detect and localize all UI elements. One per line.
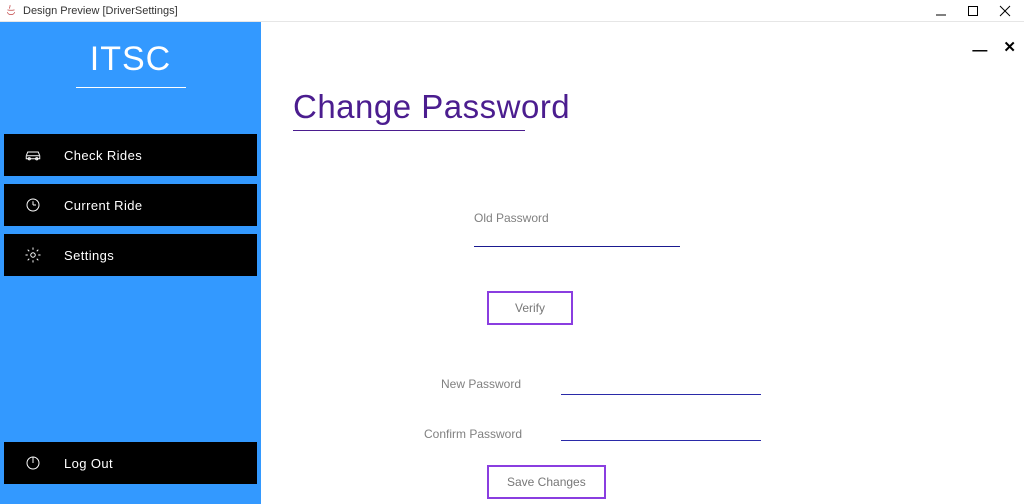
window-titlebar: Design Preview [DriverSettings] (0, 0, 1024, 22)
java-icon (4, 4, 18, 18)
save-changes-button[interactable]: Save Changes (487, 465, 606, 499)
window-minimize-button[interactable] (934, 4, 948, 18)
old-password-input[interactable] (474, 227, 680, 247)
verify-button[interactable]: Verify (487, 291, 573, 325)
sidebar-nav: Check Rides Current Ride Settings (0, 134, 261, 276)
sidebar-item-label: Log Out (58, 456, 113, 471)
sidebar-item-label: Current Ride (58, 198, 143, 213)
new-password-input[interactable] (561, 375, 761, 395)
main-content: — ✕ Change Password Old Password Verify … (261, 22, 1024, 504)
sidebar-item-settings[interactable]: Settings (4, 234, 257, 276)
sidebar-item-label: Settings (58, 248, 114, 263)
gear-icon (4, 246, 58, 264)
window-controls (934, 4, 1020, 18)
sidebar-item-check-rides[interactable]: Check Rides (4, 134, 257, 176)
sidebar-item-logout[interactable]: Log Out (4, 442, 257, 484)
page-title: Change Password (293, 88, 1024, 126)
sidebar: ITSC Check Rides Current Ride Settings (0, 22, 261, 504)
sidebar-item-label: Check Rides (58, 148, 142, 163)
window-maximize-button[interactable] (966, 4, 980, 18)
confirm-password-input[interactable] (561, 421, 761, 441)
brand-logo: ITSC (0, 22, 261, 85)
brand-underline (76, 87, 186, 88)
window-title: Design Preview [DriverSettings] (23, 5, 178, 17)
old-password-label: Old Password (474, 209, 549, 227)
clock-icon (4, 196, 58, 214)
inner-minimize-button[interactable]: — (972, 42, 985, 60)
new-password-label: New Password (441, 375, 521, 393)
page-title-underline (293, 130, 525, 131)
inner-window-controls: — ✕ (972, 38, 1016, 56)
power-icon (4, 454, 58, 472)
window-close-button[interactable] (998, 4, 1012, 18)
inner-close-button[interactable]: ✕ (1003, 38, 1016, 56)
sidebar-item-current-ride[interactable]: Current Ride (4, 184, 257, 226)
confirm-password-label: Confirm Password (424, 425, 522, 443)
car-icon (4, 146, 58, 164)
